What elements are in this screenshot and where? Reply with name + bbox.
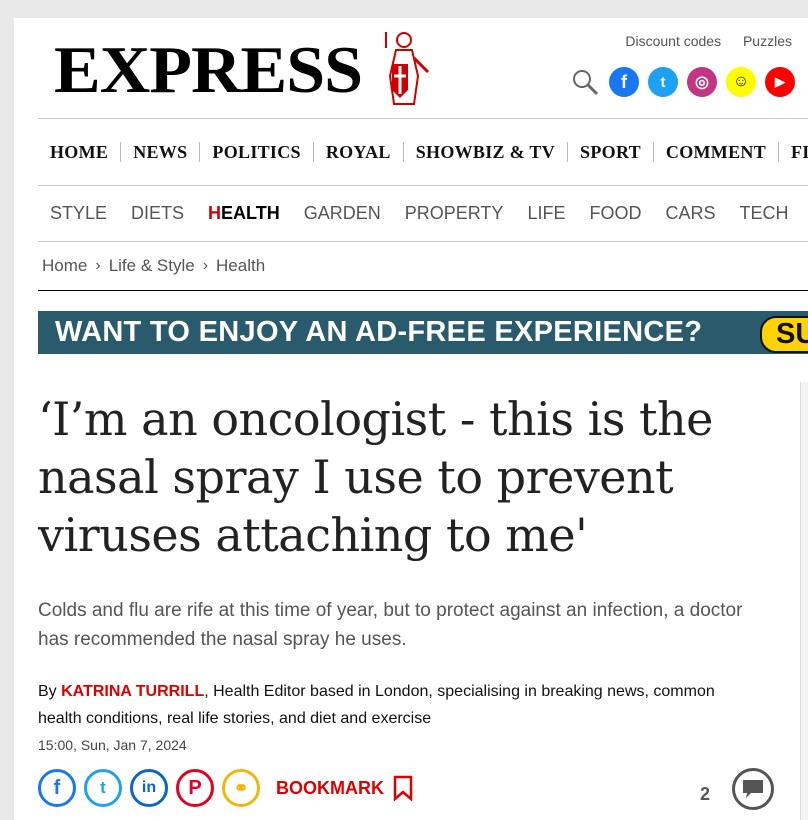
subnav-item-style[interactable]: STYLE [38,203,119,224]
puzzles-link[interactable]: Puzzles [743,33,792,49]
nav-item-politics[interactable]: POLITICS [200,142,314,162]
subnav-item-property[interactable]: PROPERTY [393,203,516,224]
bookmark-icon [393,775,413,801]
nav-item-showbiz[interactable]: SHOWBIZ & TV [404,142,569,162]
publish-date: 15:00, Sun, Jan 7, 2024 [38,737,187,753]
social-icons: f t ◎ ☺ ▶ [570,65,795,99]
instagram-icon[interactable]: ◎ [687,67,717,97]
share-bar: f t in P ⚭ BOOKMARK [38,766,414,810]
subnav-item-health[interactable]: HEALTH [196,203,292,224]
subscribe-button[interactable]: SU [760,316,808,353]
article-standfirst: Colds and flu are rife at this time of y… [38,600,743,650]
masthead: EXPRESS Discount codes Puzzles f t ◎ ☺ ▶ [14,18,808,118]
ad-free-banner-text: WANT TO ENJOY AN AD-FREE EXPERIENCE? [55,316,703,348]
subnav-item-life[interactable]: LIFE [515,203,577,224]
page: EXPRESS Discount codes Puzzles f t ◎ ☺ ▶ [14,18,808,820]
subnav-item-food[interactable]: FOOD [577,203,653,224]
byline-prefix: By [38,683,57,700]
byline: By KATRINA TURRILL, Health Editor based … [38,678,758,732]
comment-count[interactable]: 2 [700,784,710,805]
share-twitter-icon[interactable]: t [84,769,122,807]
nav-item-home[interactable]: HOME [38,142,122,162]
share-facebook-icon[interactable]: f [38,769,76,807]
snapchat-icon[interactable]: ☺ [726,67,756,97]
breadcrumb-life-style[interactable]: Life & Style [105,256,199,276]
chevron-right-icon: › [95,257,101,274]
subnav-item-extra[interactable]: EX [800,203,808,224]
express-logo[interactable]: EXPRESS [54,37,363,105]
share-pinterest-icon[interactable]: P [176,769,214,807]
nav-item-finance[interactable]: FIN [779,142,808,162]
discount-codes-link[interactable]: Discount codes [625,33,721,49]
ad-free-banner[interactable]: WANT TO ENJOY AN AD-FREE EXPERIENCE? SU [38,311,808,354]
nav-item-royal[interactable]: ROYAL [314,142,404,162]
search-icon[interactable] [570,67,600,97]
facebook-icon[interactable]: f [609,67,639,97]
secondary-nav: STYLE DIETS HEALTH GARDEN PROPERTY LIFE … [38,185,808,242]
subnav-item-diets[interactable]: DIETS [119,203,196,224]
primary-nav: HOME NEWS POLITICS ROYAL SHOWBIZ & TV SP… [38,118,808,186]
subnav-item-garden[interactable]: GARDEN [292,203,393,224]
crusader-logo-icon[interactable] [374,28,434,108]
copy-link-icon[interactable]: ⚭ [222,769,260,807]
bookmark-button[interactable]: BOOKMARK [276,775,414,801]
subnav-item-tech[interactable]: TECH [727,203,800,224]
article-headline: ‘I’m an oncologist - this is the nasal s… [38,392,713,562]
youtube-icon[interactable]: ▶ [765,67,795,97]
breadcrumb-home[interactable]: Home [38,256,91,276]
author-link[interactable]: KATRINA TURRILL [61,683,204,700]
comments-icon[interactable] [732,768,774,810]
bookmark-label: BOOKMARK [276,777,384,798]
subnav-item-cars[interactable]: CARS [653,203,727,224]
subnav-item-health-rest: EALTH [221,202,280,223]
sidebar-edge [800,382,808,820]
breadcrumb: Home › Life & Style › Health [38,242,808,291]
chevron-right-icon: › [202,257,209,274]
breadcrumb-health[interactable]: Health [212,256,269,276]
twitter-icon[interactable]: t [648,67,678,97]
nav-item-news[interactable]: NEWS [121,142,201,162]
top-links: Discount codes Puzzles [607,33,792,49]
nav-item-comment[interactable]: COMMENT [654,142,780,162]
nav-item-sport[interactable]: SPORT [568,142,654,162]
share-linkedin-icon[interactable]: in [130,769,168,807]
